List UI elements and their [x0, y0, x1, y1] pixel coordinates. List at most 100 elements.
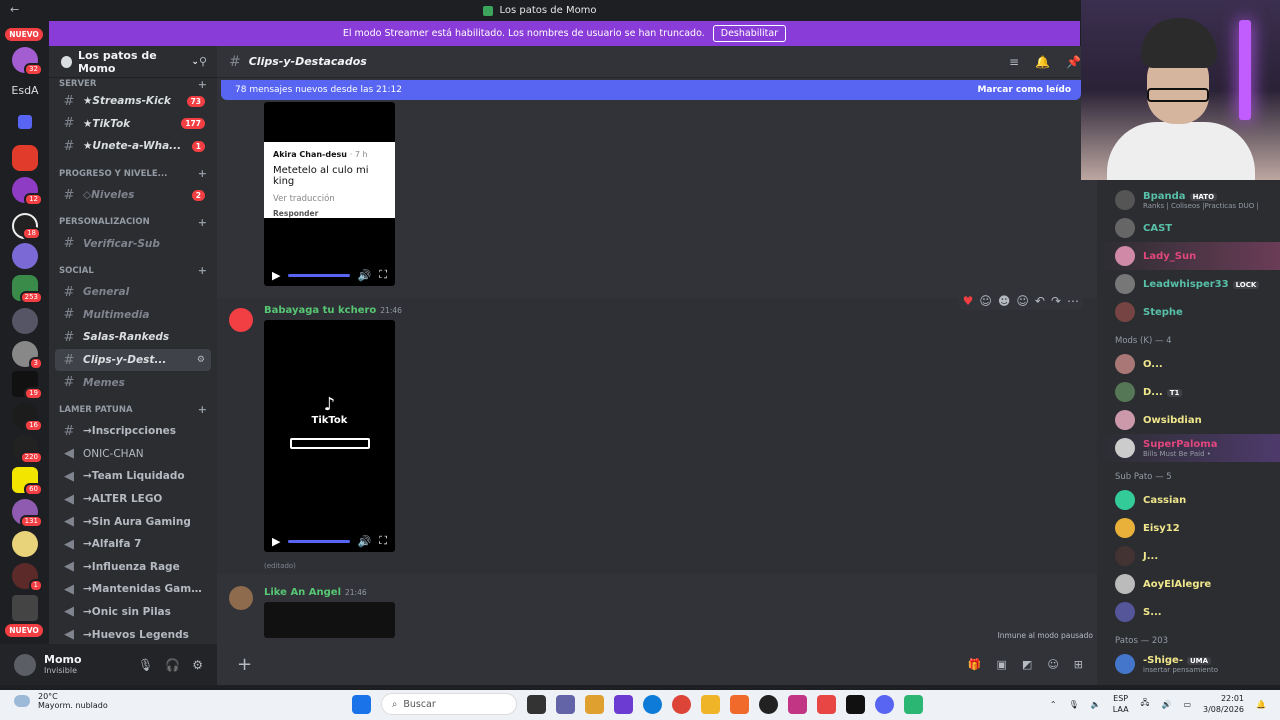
server-icon[interactable]: 253	[12, 275, 43, 304]
play-icon[interactable]: ▶	[272, 535, 280, 548]
member-item[interactable]: SuperPaloma Bills Must Be Paid •	[1097, 434, 1280, 462]
message-author[interactable]: Like An Angel 21:46	[264, 587, 367, 598]
brave-icon[interactable]	[730, 694, 749, 714]
channel-unete[interactable]: # ★Unete-a-Wha... 1	[55, 135, 211, 158]
channel-niveles[interactable]: # ◇Niveles 2	[55, 184, 211, 207]
server-icon[interactable]: 3	[12, 341, 43, 370]
notifications-icon[interactable]: 🔔	[1256, 700, 1266, 709]
taskbar-search[interactable]: ⌕ Buscar	[381, 693, 517, 715]
server-icon[interactable]: 19	[12, 371, 43, 400]
message-author[interactable]: Babayaga tu kchero 21:46	[264, 305, 402, 316]
microphone-icon[interactable]: 🎙	[138, 658, 153, 672]
channel-multimedia[interactable]: # Multimedia	[55, 304, 211, 327]
weather-widget[interactable]: 20°C Mayorm. nublado	[14, 692, 108, 710]
network-icon[interactable]: 🖧	[1141, 697, 1150, 711]
back-arrow-icon[interactable]: ←	[10, 3, 19, 16]
server-icon[interactable]: 60	[12, 467, 43, 496]
pin-icon[interactable]: 📌	[1066, 55, 1081, 69]
fullscreen-icon[interactable]: ⛶	[379, 534, 387, 548]
sticker-icon[interactable]: ◩	[1022, 658, 1032, 671]
forward-icon[interactable]: ↷	[1051, 294, 1061, 308]
member-item[interactable]: S...	[1097, 598, 1280, 626]
play-icon[interactable]: ▶	[272, 269, 280, 282]
chevron-up-icon[interactable]: ⌃	[1050, 700, 1057, 709]
server-icon[interactable]: 32	[12, 47, 43, 76]
member-item[interactable]: AoyElAlegre	[1097, 570, 1280, 598]
volume-icon[interactable]: 🔊	[358, 535, 372, 548]
avatar[interactable]	[229, 586, 253, 610]
server-icon[interactable]	[12, 243, 38, 269]
video-embed[interactable]	[264, 602, 395, 638]
app-icon[interactable]	[817, 694, 836, 714]
app-icon[interactable]	[904, 694, 923, 714]
react-icon[interactable]: ☻	[998, 294, 1011, 308]
member-item[interactable]: Bpanda HATO Ranks | Coliseos |Practicas DU…	[1097, 186, 1280, 214]
folder-icon[interactable]	[701, 694, 720, 714]
voice-channel[interactable]: ◀ →ALTER LEGO	[55, 488, 211, 511]
voice-channel[interactable]: ◀ →Influenza Rage	[55, 556, 211, 579]
plus-icon[interactable]: +	[198, 216, 207, 229]
translate-link[interactable]: Ver traducción	[273, 194, 386, 204]
add-user-icon[interactable]: ⚲	[199, 55, 207, 68]
member-item[interactable]: Cassian	[1097, 486, 1280, 514]
channel-general[interactable]: # General	[55, 281, 211, 304]
heart-react-icon[interactable]: ♥	[963, 294, 974, 308]
emoji-icon[interactable]: ☺	[1047, 658, 1058, 671]
new-messages-bar[interactable]: 78 mensajes nuevos desde las 21:12 Marca…	[221, 80, 1081, 100]
server-icon[interactable]	[12, 595, 38, 621]
threads-icon[interactable]: ≡	[1009, 55, 1019, 69]
message-composer[interactable]: + 🎁 ▣ ◩ ☺ ⊞	[229, 650, 1091, 678]
plus-icon[interactable]: +	[198, 403, 207, 416]
language-indicator[interactable]: ESP LAA	[1113, 693, 1129, 715]
speaker-icon[interactable]: 🔈	[1091, 700, 1101, 709]
video-embed[interactable]: Akira Chan-desu · 7 h Metetelo al culo m…	[264, 102, 395, 286]
category-progreso[interactable]: PROGRESO Y NIVELE... +	[49, 164, 217, 184]
channel-clips-y-destacados[interactable]: # Clips-y-Dest... ⚙	[55, 348, 211, 372]
more-icon[interactable]: ⋯	[1067, 294, 1079, 308]
plus-icon[interactable]: +	[198, 167, 207, 180]
nuevo-badge-bottom[interactable]: NUEVO	[5, 624, 43, 637]
avatar[interactable]	[14, 653, 36, 676]
channel-streams-kick[interactable]: # ★Streams-Kick 73	[55, 90, 211, 113]
bell-icon[interactable]: 🔔	[1035, 55, 1050, 69]
member-item[interactable]: Owsibdian	[1097, 406, 1280, 434]
video-embed[interactable]: ♪ TikTok ▶ 🔊 ⛶	[264, 320, 395, 552]
member-item[interactable]: Stephe	[1097, 298, 1280, 326]
channel-memes[interactable]: # Memes	[55, 371, 211, 394]
channel-settings-icon[interactable]: ⚙	[197, 355, 205, 365]
server-folder-esda[interactable]: EsdA	[6, 84, 44, 97]
headphones-icon[interactable]: 🎧	[165, 658, 180, 672]
member-item[interactable]: J...	[1097, 542, 1280, 570]
reply-link[interactable]: Responder	[273, 209, 386, 218]
voice-channel[interactable]: ◀ →Alfalfa 7	[55, 533, 211, 556]
mark-as-read-button[interactable]: Marcar como leído	[977, 85, 1071, 95]
folder-icon[interactable]	[18, 115, 32, 129]
copilot-icon[interactable]	[585, 694, 604, 714]
volume-icon[interactable]: 🔊	[358, 269, 372, 282]
voice-channel[interactable]: ◀ →Onic sin Pilas	[55, 601, 211, 624]
member-item[interactable]: O...	[1097, 350, 1280, 378]
channel-tiktok[interactable]: # ★TikTok 177	[55, 113, 211, 136]
voice-channel[interactable]: ◀ →Sin Aura Gaming	[55, 510, 211, 533]
video-progress[interactable]	[288, 539, 350, 543]
disable-streamer-button[interactable]: Deshabilitar	[712, 25, 787, 42]
member-item[interactable]: D... T1	[1097, 378, 1280, 406]
volume-icon[interactable]: 🔊	[1161, 700, 1171, 709]
channel-inscripcciones[interactable]: # →Inscripcciones	[55, 420, 211, 443]
edge-icon[interactable]	[643, 694, 662, 714]
category-lamer-patuna[interactable]: LAMER PATUNA +	[49, 400, 217, 420]
plus-icon[interactable]: +	[198, 264, 207, 277]
voice-channel[interactable]: ◀ →Huevos Legends	[55, 623, 211, 646]
member-item[interactable]: -Shige- UMA insertar pensamiento	[1097, 650, 1280, 678]
battery-icon[interactable]: ▭	[1183, 700, 1191, 709]
windows-start-icon[interactable]	[352, 694, 371, 714]
obs-icon[interactable]	[759, 694, 778, 714]
attach-plus-icon[interactable]: +	[237, 654, 252, 675]
channel-salas-rankeds[interactable]: # Salas-Rankeds	[55, 326, 211, 349]
microphone-icon[interactable]: 🎙	[1069, 700, 1079, 709]
channel-verificar-sub[interactable]: # Verificar-Sub	[55, 232, 211, 255]
apps-icon[interactable]: ⊞	[1074, 658, 1083, 671]
gear-icon[interactable]: ⚙	[192, 658, 203, 672]
avatar[interactable]	[229, 308, 253, 332]
gift-icon[interactable]: 🎁	[968, 658, 982, 671]
